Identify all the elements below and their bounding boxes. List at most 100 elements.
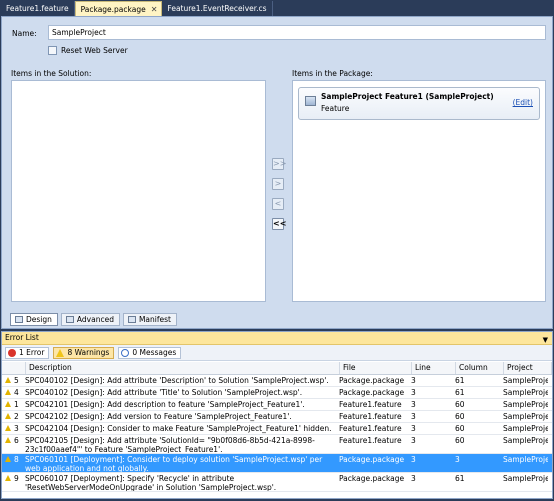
warning-icon	[56, 348, 65, 357]
error-list-title: Error List ▼	[2, 332, 552, 345]
reset-web-server-checkbox[interactable]	[48, 46, 57, 55]
row-description: SPC042102 [Design]: Add version to Featu…	[25, 412, 292, 421]
warning-icon	[5, 401, 11, 407]
row-column: 61	[455, 388, 465, 397]
header-description[interactable]: Description	[26, 362, 340, 374]
advanced-icon	[65, 316, 74, 323]
add-button[interactable]: >	[272, 178, 284, 190]
row-description: SPC040102 [Design]: Add attribute 'Descr…	[25, 376, 329, 385]
package-items-list[interactable]: SampleProject Feature1 (SampleProject) F…	[292, 80, 546, 302]
solution-items-list[interactable]	[11, 80, 266, 302]
tab-design[interactable]: Design	[10, 313, 58, 326]
chevron-down-icon[interactable]: ▼	[543, 334, 548, 346]
warnings-count: 8 Warnings	[67, 347, 110, 357]
edit-link[interactable]: (Edit)	[513, 98, 533, 107]
row-project: SampleProject	[503, 412, 548, 421]
row-column: 60	[455, 436, 465, 445]
header-line[interactable]: Line	[412, 362, 456, 374]
app-window: Feature1.feature Package.package ✕ Featur…	[0, 0, 554, 501]
feature-type: Feature	[321, 104, 350, 113]
row-description: SPC042104 [Design]: Consider to make Fea…	[25, 424, 332, 433]
header-icon-col	[2, 362, 26, 374]
row-column: 3	[455, 455, 460, 464]
table-row[interactable]: 4 SPC040102 [Design]: Add attribute 'Titl…	[2, 387, 552, 399]
error-filter-bar: 1 Error 8 Warnings 0 Messages	[2, 345, 552, 361]
row-line: 3	[411, 455, 416, 464]
row-number: 5	[14, 376, 19, 385]
row-project: SampleProject	[503, 376, 548, 385]
header-project[interactable]: Project	[504, 362, 552, 374]
row-file: Feature1.feature	[339, 424, 402, 433]
warning-icon	[5, 377, 11, 383]
tab-label: Package.package	[80, 5, 146, 14]
remove-button[interactable]: <	[272, 198, 284, 210]
close-icon[interactable]: ✕	[151, 2, 158, 17]
row-project: SampleProject	[503, 388, 548, 397]
tab-label: Design	[26, 314, 52, 324]
document-tabs: Feature1.feature Package.package ✕ Featur…	[1, 1, 553, 16]
row-project: SampleProject	[503, 424, 548, 433]
row-line: 3	[411, 388, 416, 397]
row-description: SPC042105 [Design]: Add attribute 'Solut…	[25, 436, 315, 453]
row-file: Package.package	[339, 455, 405, 464]
warning-icon	[5, 389, 11, 395]
tab-label: Manifest	[138, 314, 171, 324]
table-row[interactable]: 2 SPC042102 [Design]: Add version to Feat…	[2, 411, 552, 423]
error-list-panel: Error List ▼ 1 Error 8 Warnings 0 Messag…	[1, 331, 553, 499]
table-row[interactable]: 1 SPC042101 [Design]: Add description to …	[2, 399, 552, 411]
table-row-selected[interactable]: 8 SPC060101 [Deployment]: Consider to dep…	[2, 454, 552, 473]
row-line: 3	[411, 436, 416, 445]
row-column: 60	[455, 424, 465, 433]
warning-icon	[5, 425, 11, 431]
design-icon	[15, 316, 23, 323]
tab-feature1-feature[interactable]: Feature1.feature	[1, 1, 75, 16]
table-row[interactable]: 5 SPC040102 [Design]: Add attribute 'Desc…	[2, 375, 552, 387]
package-item-feature[interactable]: SampleProject Feature1 (SampleProject) F…	[298, 87, 540, 120]
messages-filter-button[interactable]: 0 Messages	[118, 346, 182, 359]
table-row[interactable]: 3 SPC042104 [Design]: Consider to make Fe…	[2, 423, 552, 435]
package-designer: Name: Reset Web Server Items in the Solu…	[1, 16, 553, 329]
items-solution-label: Items in the Solution:	[11, 69, 92, 78]
row-description: SPC042101 [Design]: Add description to f…	[25, 400, 305, 409]
errors-count: 1 Error	[19, 347, 45, 357]
errors-filter-button[interactable]: 1 Error	[5, 346, 50, 359]
row-number: 1	[14, 400, 19, 409]
header-file[interactable]: File	[340, 362, 412, 374]
warning-icon	[5, 456, 11, 462]
row-column: 61	[455, 376, 465, 385]
tab-manifest[interactable]: Manifest	[122, 313, 177, 326]
info-icon	[121, 348, 130, 357]
error-grid: Description File Line Column Project 5 SP…	[2, 362, 552, 492]
row-line: 3	[411, 474, 416, 483]
reset-web-server-label: Reset Web Server	[61, 46, 128, 55]
table-row[interactable]: 6 SPC042105 [Design]: Add attribute 'Solu…	[2, 435, 552, 454]
tab-event-receiver[interactable]: Feature1.EventReceiver.cs	[162, 1, 273, 16]
header-column[interactable]: Column	[456, 362, 504, 374]
row-column: 60	[455, 412, 465, 421]
row-project: SampleProject	[503, 455, 548, 464]
row-number: 9	[14, 474, 19, 483]
warning-icon	[5, 437, 11, 443]
package-name-input[interactable]	[48, 25, 546, 40]
tab-advanced[interactable]: Advanced	[60, 313, 120, 326]
row-number: 3	[14, 424, 19, 433]
table-row[interactable]: 9 SPC060107 [Deployment]: Specify 'Recycl…	[2, 473, 552, 492]
feature-icon	[305, 96, 316, 106]
warning-icon	[5, 475, 11, 481]
row-file: Feature1.feature	[339, 412, 402, 421]
warning-icon	[5, 413, 11, 419]
remove-all-button[interactable]: <<	[272, 218, 286, 230]
view-tabs: Design Advanced Manifest	[10, 313, 180, 326]
tab-package-package[interactable]: Package.package ✕	[74, 1, 163, 17]
warnings-filter-button[interactable]: 8 Warnings	[53, 346, 115, 359]
error-icon	[8, 348, 16, 357]
reset-web-server-option[interactable]: Reset Web Server	[48, 46, 128, 55]
feature-title: SampleProject Feature1 (SampleProject)	[321, 92, 494, 101]
grid-header: Description File Line Column Project	[2, 362, 552, 375]
row-description: SPC060107 [Deployment]: Specify 'Recycle…	[25, 474, 277, 491]
row-project: SampleProject	[503, 400, 548, 409]
add-all-button[interactable]: >>	[272, 158, 286, 170]
row-file: Feature1.feature	[339, 400, 402, 409]
row-number: 6	[14, 436, 19, 445]
row-number: 2	[14, 412, 19, 421]
